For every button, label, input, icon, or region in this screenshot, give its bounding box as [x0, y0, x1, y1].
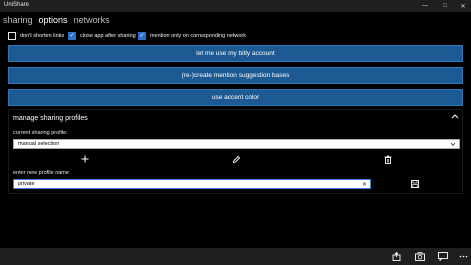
chevron-up-icon[interactable]: [450, 111, 460, 121]
dont-shorten-links-checkbox[interactable]: [8, 31, 16, 40]
close-app-label: close app after sharing: [80, 32, 136, 39]
maximize-button[interactable]: □: [437, 0, 453, 12]
new-profile-name-value: private: [18, 181, 35, 187]
recreate-mention-bases-button[interactable]: (re-)create mention suggestion bases: [8, 67, 463, 84]
edit-pencil-icon[interactable]: [231, 154, 241, 164]
title-bar: UniShare — □ ✕: [0, 0, 471, 12]
delete-trash-icon[interactable]: [383, 154, 393, 164]
share-box-icon[interactable]: [391, 251, 402, 262]
add-icon[interactable]: [80, 154, 90, 164]
close-button[interactable]: ✕: [455, 0, 471, 12]
chevron-down-icon: [450, 142, 456, 149]
current-profile-select[interactable]: manual selection: [13, 139, 460, 149]
accent-color-button[interactable]: use accent color: [8, 89, 463, 106]
more-options-icon[interactable]: [458, 251, 469, 262]
camera-icon[interactable]: [414, 251, 425, 262]
close-app-option[interactable]: close app after sharing: [68, 31, 136, 40]
clear-icon[interactable]: ✕: [362, 181, 367, 188]
bottom-app-bar: [0, 248, 471, 265]
mention-only-checkbox[interactable]: [138, 31, 146, 40]
new-profile-label: enter new profile name: [13, 170, 69, 176]
mention-only-option[interactable]: mention only on corresponding network: [138, 31, 246, 40]
mention-only-label: mention only on corresponding network: [150, 32, 247, 39]
sharing-profiles-panel: manage sharing profiles current sharing …: [8, 109, 463, 194]
tab-sharing[interactable]: sharing: [3, 14, 33, 28]
current-profile-label: current sharing profile:: [13, 130, 68, 136]
close-app-checkbox[interactable]: [68, 31, 76, 40]
tab-strip: sharing options networks: [3, 14, 110, 28]
tab-networks[interactable]: networks: [74, 14, 110, 28]
save-icon[interactable]: [410, 179, 420, 189]
current-profile-value: manual selection: [18, 141, 60, 147]
window-title: UniShare: [4, 2, 30, 8]
minimize-button[interactable]: —: [417, 0, 433, 12]
panel-title: manage sharing profiles: [13, 115, 88, 122]
dont-shorten-links-label: don't shorten links: [20, 32, 65, 39]
bitly-account-button[interactable]: let me use my bitly account: [8, 45, 463, 62]
new-profile-name-input[interactable]: private ✕: [13, 179, 371, 189]
dont-shorten-links-option[interactable]: don't shorten links: [8, 31, 64, 40]
message-icon[interactable]: [437, 251, 448, 262]
tab-options[interactable]: options: [39, 14, 68, 28]
